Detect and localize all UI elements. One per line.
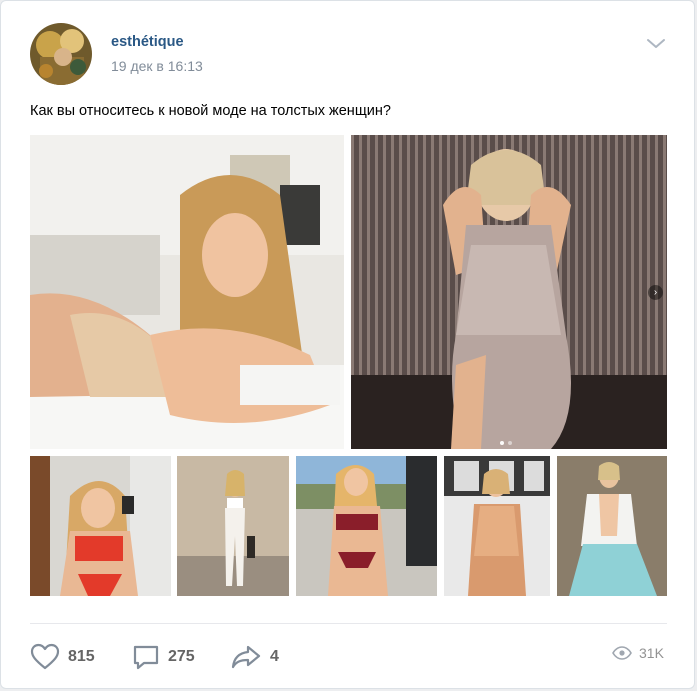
comment-icon [133, 645, 159, 670]
photo-2[interactable] [351, 135, 667, 449]
author-avatar[interactable] [30, 23, 92, 85]
carousel-next-chevron-right-icon[interactable]: › [648, 285, 663, 300]
comment-button[interactable]: 275 [132, 641, 195, 673]
like-count: 815 [68, 648, 95, 665]
author-name-link[interactable]: esthétique [111, 34, 184, 50]
views-counter: 31K [612, 645, 664, 661]
actions-divider [30, 623, 667, 624]
like-button[interactable]: 815 [30, 641, 95, 673]
carousel-dot [508, 441, 512, 445]
photo-6[interactable] [444, 456, 550, 596]
share-button[interactable]: 4 [230, 641, 279, 673]
photo-4[interactable] [177, 456, 289, 596]
comment-count: 275 [168, 648, 195, 665]
photo-5[interactable] [296, 456, 437, 596]
share-count: 4 [270, 648, 279, 665]
carousel-dots [500, 441, 512, 445]
photo-7[interactable] [557, 456, 667, 596]
share-arrow-icon [231, 645, 261, 669]
heart-icon [30, 643, 60, 670]
carousel-dot [500, 441, 504, 445]
eye-icon [612, 646, 632, 660]
post-card: esthétique 19 дек в 16:13 Как вы относит… [0, 0, 695, 689]
photo-3[interactable] [30, 456, 171, 596]
photo-1[interactable] [30, 135, 344, 449]
post-date-link[interactable]: 19 дек в 16:13 [111, 58, 203, 74]
post-text: Как вы относитесь к новой моде на толсты… [30, 103, 391, 119]
post-menu-chevron-down-icon[interactable] [644, 34, 668, 54]
views-count: 31K [639, 645, 664, 661]
